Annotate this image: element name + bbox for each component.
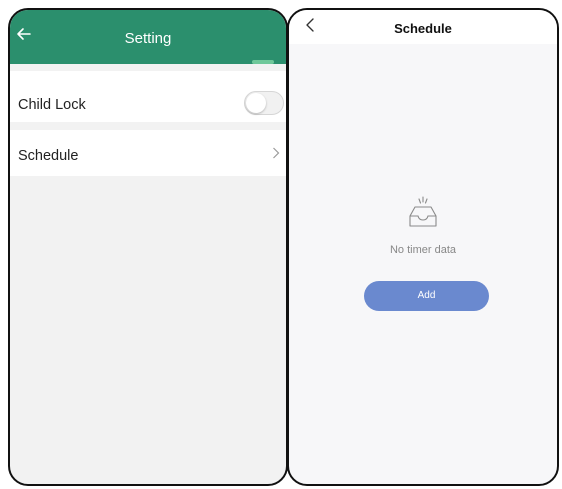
toggle-knob <box>246 93 266 113</box>
schedule-row[interactable]: Schedule <box>10 130 286 176</box>
schedule-label: Schedule <box>18 148 79 164</box>
schedule-header: Schedule <box>289 10 557 44</box>
empty-inbox-icon <box>409 196 437 227</box>
chevron-right-icon <box>273 147 280 159</box>
child-lock-label: Child Lock <box>18 97 86 113</box>
add-button[interactable]: Add <box>364 281 489 311</box>
settings-screen: Setting Child Lock Schedule <box>8 8 288 486</box>
schedule-screen: Schedule No timer data Add <box>287 8 559 486</box>
empty-state-text: No timer data <box>389 244 457 256</box>
page-title: Setting <box>124 30 172 47</box>
scroll-indicator <box>252 60 274 64</box>
page-title: Schedule <box>394 21 452 36</box>
child-lock-toggle[interactable] <box>244 91 284 115</box>
settings-header: Setting <box>10 10 286 64</box>
child-lock-row: Child Lock <box>10 71 286 122</box>
